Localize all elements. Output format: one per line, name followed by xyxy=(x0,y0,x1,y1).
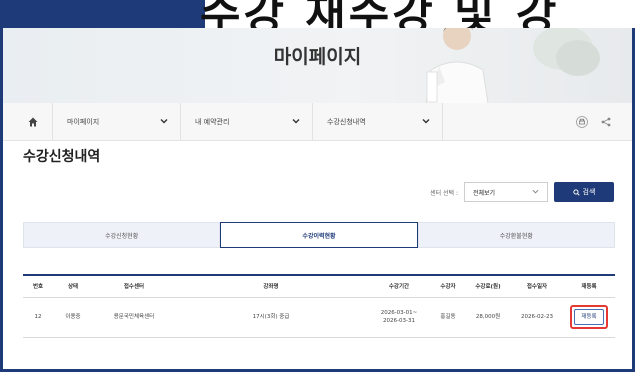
period-end: 2026-03-31 xyxy=(383,318,415,324)
chevron-down-icon xyxy=(160,119,168,124)
cell-action: 재등록 xyxy=(563,297,615,338)
page-title: 수강신청내역 xyxy=(23,149,101,165)
cell-student: 홍길동 xyxy=(431,297,465,338)
reenroll-button[interactable]: 재등록 xyxy=(574,309,604,325)
cell-period: 2026-03-01~ 2026-03-31 xyxy=(367,297,431,338)
col-header-course: 강좌명 xyxy=(175,274,367,298)
share-icon xyxy=(601,117,611,127)
share-button[interactable] xyxy=(598,114,614,130)
tab-enrollment-history[interactable]: 수강이력현황 xyxy=(220,222,418,248)
nav-menu-label: 수강신청내역 xyxy=(327,118,366,126)
col-header-period: 수강기간 xyxy=(367,274,431,298)
cell-fee: 28,000원 xyxy=(465,297,511,338)
nav-menu-enrollment-history[interactable]: 수강신청내역 xyxy=(313,103,443,141)
highlight-box: 재등록 xyxy=(570,305,608,329)
tab-label: 수강신청현황 xyxy=(105,232,139,240)
tab-enrollment-status[interactable]: 수강신청현황 xyxy=(23,222,221,248)
tab-label: 수강이력현황 xyxy=(302,232,336,240)
center-filter: 센터 선택 : 전체보기 검색 xyxy=(430,182,614,202)
chevron-down-icon xyxy=(292,119,300,124)
screenshot-frame: 마이페이지 마이페이지 내 예약관리 수강신청내역 수강신청내역 센터 선택:… xyxy=(0,28,635,372)
tab-label: 수강환불현황 xyxy=(499,232,533,240)
top-banner: 수강 재수강 및 강 xyxy=(0,0,635,28)
cell-date: 2026-02-23 xyxy=(511,297,563,338)
col-header-center: 접수센터 xyxy=(93,274,175,298)
cell-no: 12 xyxy=(23,297,53,338)
period-start: 2026-03-01~ xyxy=(380,309,418,316)
center-filter-label: 센터 선택 : xyxy=(430,189,458,197)
banner-accent-block xyxy=(0,0,205,28)
chevron-down-icon xyxy=(532,189,539,194)
col-header-date: 접수일자 xyxy=(511,274,563,298)
center-select-value: 전체보기 xyxy=(473,189,496,197)
table-header-row: 번호 상태 접수센터 강좌명 수강기간 수강자 수강료(원) 접수일자 재등록 xyxy=(23,274,615,298)
col-header-status: 상태 xyxy=(53,274,93,298)
nav-menu-label: 내 예약관리 xyxy=(195,118,230,126)
home-icon xyxy=(28,117,37,127)
hero-banner: 마이페이지 xyxy=(3,28,632,103)
col-header-student: 수강자 xyxy=(431,274,465,298)
nav-menu-label: 마이페이지 xyxy=(67,118,100,126)
history-table: 번호 상태 접수센터 강좌명 수강기간 수강자 수강료(원) 접수일자 재등록 … xyxy=(23,274,615,338)
banner-caption: 수강 재수강 및 강 xyxy=(200,0,560,28)
col-header-fee: 수강료(원) xyxy=(465,274,511,298)
tab-refund-status[interactable]: 수강환불현황 xyxy=(417,222,615,248)
plant-illustration xyxy=(533,28,600,76)
search-button-label: 검색 xyxy=(582,188,596,196)
cell-center: 용문국민체육센터 xyxy=(93,297,175,338)
breadcrumb-nav: 마이페이지 내 예약관리 수강신청내역 xyxy=(3,103,632,141)
print-button[interactable] xyxy=(574,114,590,130)
nav-tools xyxy=(574,114,614,130)
col-header-reenroll: 재등록 xyxy=(563,274,615,298)
home-button[interactable] xyxy=(13,103,53,141)
table-row: 12 이용중 용문국민체육센터 17시(3회) 중급 2026-03-01~ 2… xyxy=(23,297,615,338)
center-select[interactable]: 전체보기 xyxy=(464,182,548,202)
search-button[interactable]: 검색 xyxy=(554,182,614,202)
cell-course: 17시(3회) 중급 xyxy=(175,297,367,338)
print-icon xyxy=(576,116,588,128)
search-icon xyxy=(572,188,580,196)
chevron-down-icon xyxy=(422,119,430,124)
person-illustration xyxy=(425,28,489,103)
history-tabs: 수강신청현황 수강이력현황 수강환불현황 xyxy=(23,222,615,248)
cell-status: 이용중 xyxy=(53,297,93,338)
nav-menu-mypage[interactable]: 마이페이지 xyxy=(53,103,181,141)
nav-menu-reservations[interactable]: 내 예약관리 xyxy=(181,103,313,141)
col-header-no: 번호 xyxy=(23,274,53,298)
